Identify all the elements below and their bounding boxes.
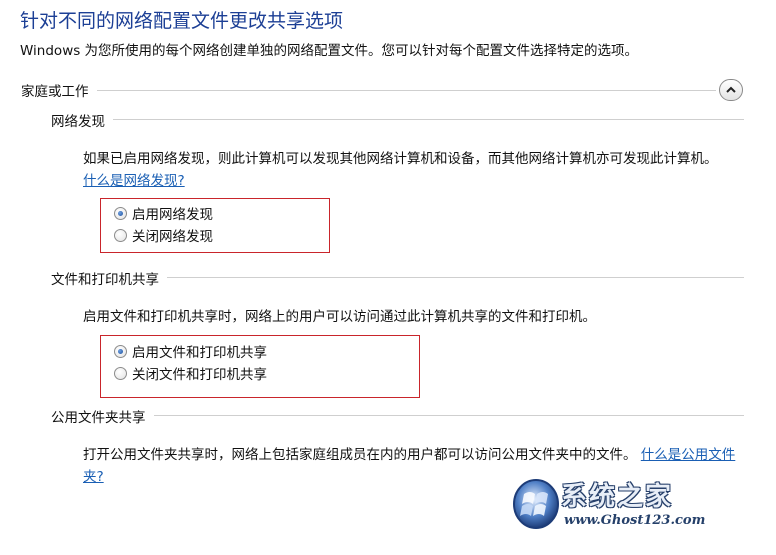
profile-label: 家庭或工作 bbox=[21, 80, 97, 100]
radio-button-checked[interactable] bbox=[114, 206, 127, 220]
public-folder-sharing-label: 公用文件夹共享 bbox=[51, 406, 154, 426]
network-discovery-text: 如果已启用网络发现，则此计算机可以发现其他网络计算机和设备，而其他网络计算机亦可… bbox=[83, 151, 718, 167]
public-folder-sharing-text: 打开公用文件夹共享时，网络上包括家庭组成员在内的用户都可以访问公用文件夹中的文件… bbox=[83, 447, 637, 463]
radio-enable-network-discovery[interactable]: 启用网络发现 bbox=[114, 202, 213, 224]
network-discovery-divider bbox=[52, 119, 744, 120]
file-printer-sharing-label: 文件和打印机共享 bbox=[51, 268, 167, 288]
radio-button[interactable] bbox=[114, 366, 127, 380]
radio-label: 启用文件和打印机共享 bbox=[132, 345, 267, 361]
collapse-profile-button[interactable] bbox=[719, 79, 743, 101]
radio-button[interactable] bbox=[114, 228, 127, 242]
network-discovery-help-link[interactable]: 什么是网络发现? bbox=[83, 173, 185, 189]
page-title: 针对不同的网络配置文件更改共享选项 bbox=[20, 10, 344, 32]
network-discovery-description: 如果已启用网络发现，则此计算机可以发现其他网络计算机和设备，而其他网络计算机亦可… bbox=[83, 148, 733, 192]
page-description: Windows 为您所使用的每个网络创建单独的网络配置文件。您可以针对每个配置文… bbox=[20, 43, 639, 59]
watermark-name: 系统之家 bbox=[561, 482, 674, 512]
file-printer-sharing-text: 启用文件和打印机共享时，网络上的用户可以访问通过此计算机共享的文件和打印机。 bbox=[83, 309, 596, 325]
radio-label: 关闭网络发现 bbox=[132, 229, 213, 245]
watermark-url: www.Ghost123.com bbox=[564, 513, 706, 528]
radio-disable-file-printer-sharing[interactable]: 关闭文件和打印机共享 bbox=[114, 362, 267, 384]
radio-label: 关闭文件和打印机共享 bbox=[132, 367, 267, 383]
radio-enable-file-printer-sharing[interactable]: 启用文件和打印机共享 bbox=[114, 340, 267, 362]
radio-button-checked[interactable] bbox=[114, 344, 127, 358]
radio-disable-network-discovery[interactable]: 关闭网络发现 bbox=[114, 224, 213, 246]
network-discovery-label: 网络发现 bbox=[51, 110, 113, 130]
profile-divider bbox=[22, 90, 716, 91]
chevron-up-icon bbox=[726, 86, 736, 93]
radio-label: 启用网络发现 bbox=[132, 207, 213, 223]
public-folder-sharing-divider bbox=[52, 415, 744, 416]
windows-orb-logo bbox=[513, 479, 559, 529]
